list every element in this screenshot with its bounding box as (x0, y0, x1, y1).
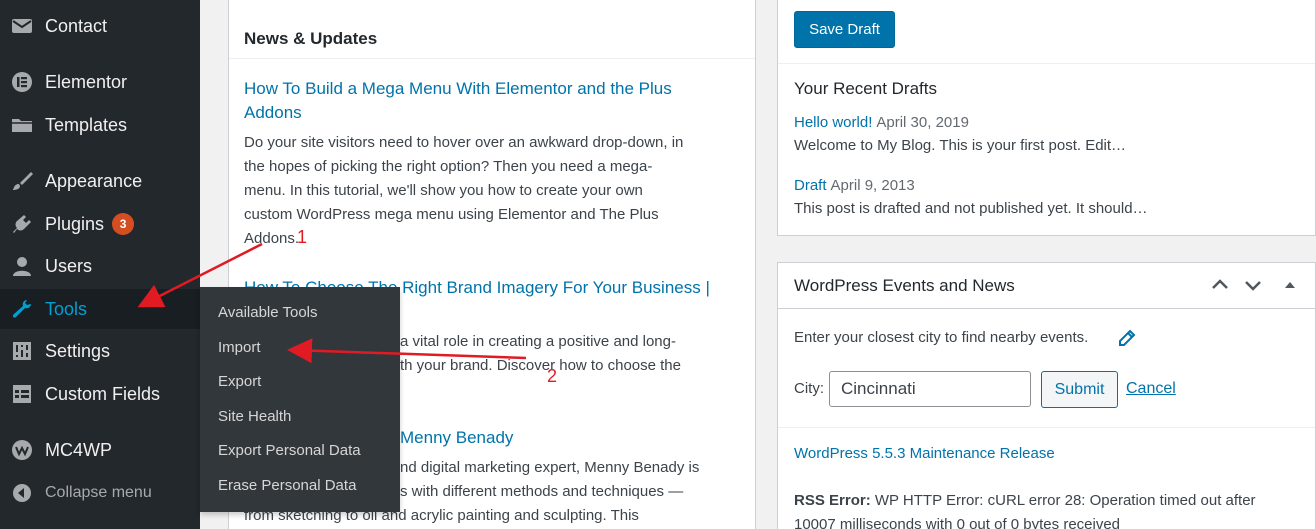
sidebar-item-label: Custom Fields (45, 383, 161, 404)
sidebar-item-settings[interactable]: Settings (0, 332, 200, 370)
excerpt-line: Addons. (244, 230, 300, 247)
submenu-erase-personal-data[interactable]: Erase Personal Data (218, 473, 356, 499)
events-title: WordPress Events and News (794, 276, 1015, 295)
release-news-link[interactable]: WordPress 5.5.3 Maintenance Release (794, 445, 1055, 462)
chevron-down-icon[interactable] (1243, 275, 1263, 295)
chevron-up-icon[interactable] (1210, 275, 1230, 295)
divider (778, 63, 1315, 64)
plug-icon (10, 213, 34, 235)
sidebar-item-plugins[interactable]: Plugins 3 (0, 205, 200, 243)
cancel-link[interactable]: Cancel (1126, 380, 1176, 398)
rss-error-text: WP HTTP Error: cURL error 28: Operation … (874, 492, 1256, 509)
sidebar-item-label: Plugins (45, 213, 105, 234)
excerpt-line: the hopes of picking the right option? T… (244, 158, 653, 175)
submenu-export[interactable]: Export (218, 369, 261, 395)
folder-icon (10, 114, 34, 136)
sidebar-item-label: Tools (45, 298, 88, 319)
news-excerpt: a vital role in creating a positive and … (400, 330, 740, 378)
sidebar-item-tools[interactable]: Tools (0, 289, 200, 329)
recent-drafts-title: Your Recent Drafts (794, 79, 937, 98)
excerpt-line: menu. In this tutorial, we'll show you h… (244, 182, 643, 199)
sidebar-item-custom-fields[interactable]: Custom Fields (0, 375, 200, 413)
draft-excerpt: This post is drafted and not published y… (794, 200, 1148, 217)
envelope-icon (10, 15, 34, 37)
news-excerpt: nd digital marketing expert, Menny Benad… (400, 456, 740, 504)
paintbrush-icon (10, 170, 34, 192)
news-article-link[interactable]: How To Build a Mega Menu With Elementor … (244, 77, 739, 125)
news-title-line: How To Build a Mega Menu With Elementor … (244, 79, 672, 98)
excerpt-line: th your brand. Discover how to choose th… (400, 357, 681, 374)
excerpt-line: nd digital marketing expert, Menny Benad… (400, 459, 700, 476)
sidebar-item-elementor[interactable]: Elementor (0, 63, 200, 101)
submenu-site-health[interactable]: Site Health (218, 404, 291, 430)
mc4wp-icon (10, 439, 34, 461)
collapse-menu-button[interactable]: Collapse menu (0, 474, 200, 512)
excerpt-line: Do your site visitors need to hover over… (244, 134, 684, 151)
elementor-icon (10, 71, 34, 93)
news-heading: News & Updates (244, 29, 378, 48)
sidebar-item-contact[interactable]: Contact (0, 7, 200, 45)
submenu-import[interactable]: Import (218, 335, 261, 361)
admin-sidebar: Contact Elementor Templates Appearance P… (0, 0, 200, 529)
submenu-available-tools[interactable]: Available Tools (218, 300, 318, 326)
user-icon (10, 255, 34, 277)
draft-link[interactable]: Hello world! (794, 114, 872, 131)
annotation-number-2: 2 (547, 366, 558, 386)
sidebar-item-mc4wp[interactable]: MC4WP (0, 431, 200, 469)
draft-excerpt: Welcome to My Blog. This is your first p… (794, 137, 1127, 154)
excerpt-line: custom WordPress mega menu using Element… (244, 206, 659, 223)
sidebar-item-users[interactable]: Users (0, 247, 200, 285)
draft-link[interactable]: Draft (794, 177, 827, 194)
sidebar-item-appearance[interactable]: Appearance (0, 162, 200, 200)
draft-item: Draft April 9, 2013 (794, 177, 915, 194)
excerpt-line: a vital role in creating a positive and … (400, 333, 676, 350)
sidebar-item-label: Elementor (45, 71, 128, 92)
settings-icon (10, 340, 34, 362)
news-header: News & Updates (229, 0, 755, 59)
news-excerpt: Do your site visitors need to hover over… (244, 131, 744, 251)
rss-error-label: RSS Error: (794, 492, 871, 509)
sidebar-item-label: Templates (45, 114, 128, 135)
divider (778, 427, 1315, 428)
save-draft-button[interactable]: Save Draft (794, 11, 895, 48)
events-news-panel: WordPress Events and News Enter your clo… (777, 262, 1316, 529)
quick-draft-panel: Save Draft Your Recent Drafts Hello worl… (777, 0, 1316, 236)
grid-icon (10, 383, 34, 405)
wrench-icon (10, 298, 34, 320)
rss-error: RSS Error: WP HTTP Error: cURL error 28:… (794, 489, 1294, 529)
news-article-link[interactable]: Menny Benady (400, 426, 740, 450)
annotation-number-1: 1 (297, 227, 308, 247)
pencil-icon[interactable] (1118, 329, 1136, 347)
draft-item: Hello world! April 30, 2019 (794, 114, 969, 131)
sidebar-item-templates[interactable]: Templates (0, 106, 200, 144)
sidebar-item-label: Contact (45, 15, 108, 36)
sidebar-item-label: Appearance (45, 170, 143, 191)
collapse-icon (10, 482, 34, 504)
draft-date: April 9, 2013 (830, 177, 915, 194)
submit-button[interactable]: Submit (1041, 371, 1118, 408)
city-input[interactable] (829, 371, 1031, 407)
submenu-export-personal-data[interactable]: Export Personal Data (218, 438, 361, 464)
plugins-update-badge: 3 (112, 213, 135, 235)
excerpt-line: s with different methods and techniques … (400, 483, 684, 500)
city-label: City: (794, 380, 824, 397)
news-title-line: Menny Benady (400, 428, 514, 447)
sidebar-item-label: Users (45, 255, 93, 276)
city-prompt: Enter your closest city to find nearby e… (794, 329, 1089, 346)
sidebar-item-label: Settings (45, 340, 111, 361)
sidebar-item-label: Collapse menu (45, 484, 152, 501)
events-header: WordPress Events and News (778, 263, 1315, 309)
sidebar-item-label: MC4WP (45, 439, 112, 460)
toggle-panel-icon[interactable] (1280, 275, 1300, 295)
rss-error-text: 10007 milliseconds with 0 out of 0 bytes… (794, 516, 1121, 529)
draft-date: April 30, 2019 (876, 114, 969, 131)
news-title-line: Addons (244, 103, 302, 122)
tools-submenu: Available Tools Import Export Site Healt… (200, 287, 400, 512)
